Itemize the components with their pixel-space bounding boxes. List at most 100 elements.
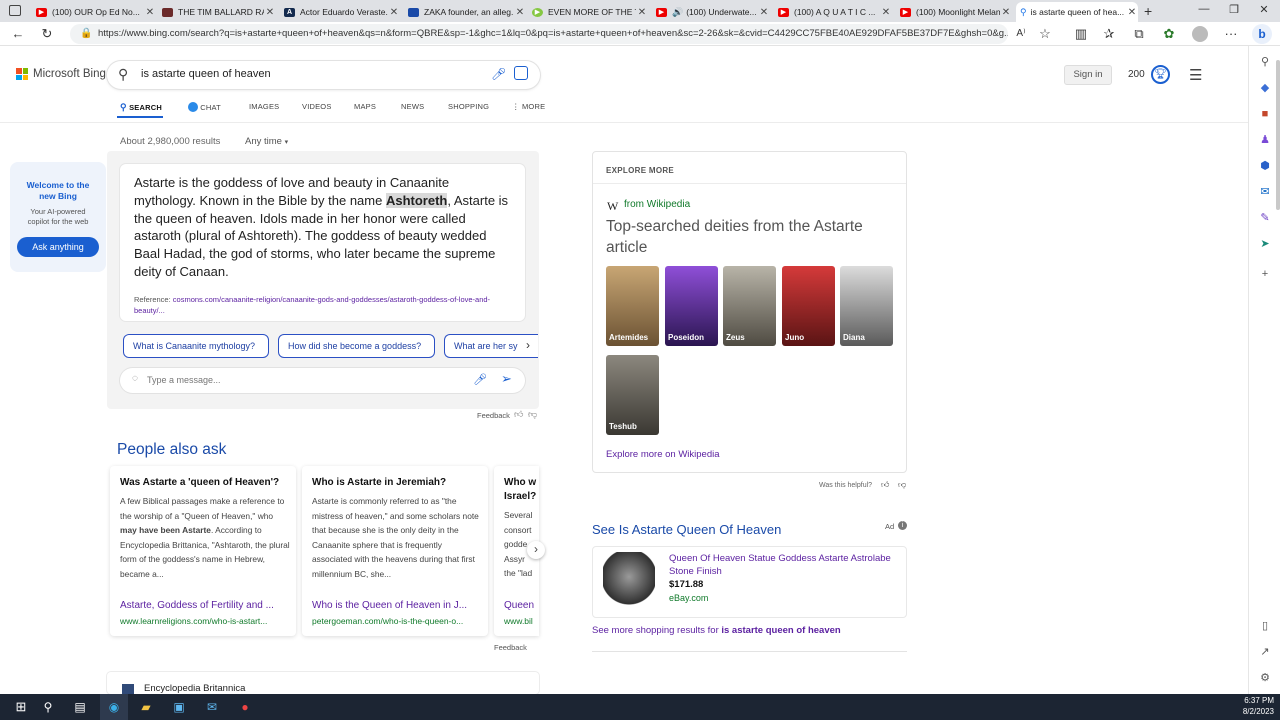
clock-time[interactable]: 6:37 PM xyxy=(1238,696,1274,705)
tab-maps[interactable]: MAPS xyxy=(354,102,376,111)
suggestion-chip[interactable]: What is Canaanite mythology? xyxy=(123,334,269,358)
tab-images[interactable]: IMAGES xyxy=(249,102,279,111)
thumbs-up-icon[interactable]: 👍︎ xyxy=(514,409,523,420)
search-box[interactable]: ⚲ is astarte queen of heaven 🎤︎ xyxy=(107,61,540,89)
sidebar-split-icon[interactable]: ▯ xyxy=(1257,618,1273,634)
scrollbar[interactable] xyxy=(1276,60,1280,210)
paa-card[interactable]: Was Astarte a 'queen of Heaven'? A few B… xyxy=(110,466,296,636)
task-view-icon[interactable]: ▤ xyxy=(71,698,89,716)
sidebar-m365-icon[interactable]: ⬢ xyxy=(1257,158,1273,174)
sidebar-search-icon[interactable]: ⚲ xyxy=(1257,54,1273,70)
paa-link[interactable]: Queen xyxy=(504,600,538,611)
extension-icon[interactable]: ✿ xyxy=(1160,25,1178,43)
close-tab-icon[interactable]: ✕ xyxy=(880,7,892,18)
more-menu-icon[interactable]: ··· xyxy=(1222,25,1240,43)
sidebar-games-icon[interactable]: ♟ xyxy=(1257,132,1273,148)
paa-link[interactable]: Astarte, Goddess of Fertility and ... xyxy=(120,600,290,611)
recorder-icon[interactable]: ● xyxy=(236,698,254,716)
tab-search[interactable]: ⚲ SEARCH xyxy=(120,102,162,113)
deity-card[interactable]: Zeus xyxy=(723,266,776,346)
feedback-link[interactable]: Feedback xyxy=(494,643,527,652)
windows-start-icon[interactable]: ⊞ xyxy=(12,698,30,716)
paa-next-icon[interactable]: › xyxy=(527,541,545,559)
search-input[interactable]: is astarte queen of heaven xyxy=(141,68,271,80)
sidebar-external-icon[interactable]: ↗ xyxy=(1257,644,1273,660)
thumbs-down-icon[interactable]: 👎︎ xyxy=(898,480,906,490)
browser-tab[interactable]: ▶ EVEN MORE OF THE T...✕ xyxy=(528,2,648,22)
sidebar-add-icon[interactable]: + xyxy=(1257,266,1273,282)
paa-link[interactable]: Who is the Queen of Heaven in J... xyxy=(312,600,482,611)
next-result-card[interactable]: Encyclopedia Britannica xyxy=(107,672,539,694)
sidebar-settings-icon[interactable]: ⚙ xyxy=(1257,670,1273,686)
tab-shopping[interactable]: SHOPPING xyxy=(448,102,489,111)
browser-tab[interactable]: THE TIM BALLARD RA...✕ xyxy=(158,2,276,22)
deity-card[interactable]: Poseidon xyxy=(665,266,718,346)
close-window-icon[interactable]: ✕ xyxy=(1254,3,1274,16)
microphone-icon[interactable]: 🎤︎ xyxy=(473,373,487,386)
reference-link[interactable]: cosmons.com/canaanite-religion/canaanite… xyxy=(134,295,490,315)
rewards-trophy-icon[interactable]: 🏆︎ xyxy=(1151,65,1170,84)
deity-card[interactable]: Diana xyxy=(840,266,893,346)
thumbs-up-icon[interactable]: 👍︎ xyxy=(881,480,889,490)
time-filter-dropdown[interactable]: Any time ▾ xyxy=(245,136,288,147)
tab-actions-icon[interactable] xyxy=(9,5,21,16)
restore-icon[interactable]: ❐ xyxy=(1224,3,1244,16)
sidebar-drop-icon[interactable]: ➤ xyxy=(1257,236,1273,252)
browser-tab[interactable]: ZAKA founder, an alleg... ✕ xyxy=(404,2,526,22)
new-tab-icon[interactable]: + xyxy=(1144,3,1152,19)
rewards-points[interactable]: 200 xyxy=(1128,69,1145,80)
close-tab-icon[interactable]: ✕ xyxy=(1000,7,1012,18)
copilot-icon[interactable]: b xyxy=(1252,24,1272,44)
close-tab-icon[interactable]: ✕ xyxy=(144,7,156,18)
close-tab-icon[interactable]: ✕ xyxy=(636,7,648,18)
suggestion-chip[interactable]: How did she become a goddess? xyxy=(278,334,435,358)
favorite-star-icon[interactable]: ☆ xyxy=(1036,25,1054,43)
browser-tab[interactable]: ▶ (100) A Q U A T I C ... ✕ xyxy=(774,2,892,22)
close-tab-icon[interactable]: ✕ xyxy=(514,7,526,18)
close-tab-icon[interactable]: ✕ xyxy=(388,7,400,18)
thumbs-down-icon[interactable]: 👎︎ xyxy=(528,409,537,420)
more-shopping-link[interactable]: See more shopping results for is astarte… xyxy=(592,625,841,636)
close-tab-icon[interactable]: ✕ xyxy=(758,7,770,18)
refresh-icon[interactable]: ↻ xyxy=(38,25,56,43)
favorites-icon[interactable]: ✰ xyxy=(1100,25,1118,43)
split-screen-icon[interactable]: ▥ xyxy=(1072,25,1090,43)
deity-card[interactable]: Artemides xyxy=(606,266,659,346)
product-title[interactable]: Queen Of Heaven Statue Goddess Astarte A… xyxy=(669,552,899,578)
browser-tab[interactable]: ▶ (100) OUR Op Ed No... ✕ xyxy=(32,2,156,22)
read-aloud-icon[interactable]: A⁾ xyxy=(1012,25,1030,43)
file-explorer-icon[interactable]: ▰ xyxy=(137,698,155,716)
tab-more[interactable]: ⋮ MORE xyxy=(512,102,545,111)
profile-avatar[interactable] xyxy=(1192,26,1208,42)
tab-videos[interactable]: VIDEOS xyxy=(302,102,332,111)
minimize-icon[interactable]: — xyxy=(1194,3,1214,15)
bing-logo[interactable]: Microsoft Bing xyxy=(16,68,106,80)
feedback-link[interactable]: Feedback xyxy=(477,411,510,420)
info-icon[interactable]: i xyxy=(898,521,907,530)
deity-card[interactable]: Juno xyxy=(782,266,835,346)
message-input[interactable]: ◌ Type a message... 🎤︎ ➢ xyxy=(120,368,525,393)
ad-heading[interactable]: See Is Astarte Queen Of Heaven xyxy=(592,522,781,537)
deity-card[interactable]: Teshub xyxy=(606,355,659,435)
sidebar-outlook-icon[interactable]: ✉ xyxy=(1257,184,1273,200)
address-bar[interactable]: 🔒 https://www.bing.com/search?q=is+astar… xyxy=(70,24,1008,44)
back-icon[interactable]: ← xyxy=(9,25,27,43)
browser-tab[interactable]: ▶ 🔊 (100) Underwate... ✕ xyxy=(652,2,770,22)
visual-search-icon[interactable] xyxy=(514,66,528,80)
browser-tab-active[interactable]: ⚲ is astarte queen of hea... ✕ xyxy=(1016,2,1138,22)
sign-in-button[interactable]: Sign in xyxy=(1064,65,1112,85)
explore-more-link[interactable]: Explore more on Wikipedia xyxy=(606,449,720,460)
store-icon[interactable]: ▣ xyxy=(170,698,188,716)
hamburger-menu-icon[interactable]: ☰ xyxy=(1189,66,1202,84)
sidebar-tag-icon[interactable]: ◆ xyxy=(1257,80,1273,96)
microphone-icon[interactable]: 🎤︎ xyxy=(491,67,506,81)
browser-tab[interactable]: A Actor Eduardo Veraste... ✕ xyxy=(280,2,400,22)
close-tab-icon[interactable]: ✕ xyxy=(1126,7,1138,18)
paa-card[interactable]: Who is Astarte in Jeremiah? Astarte is c… xyxy=(302,466,488,636)
edge-browser-icon[interactable]: ◉ xyxy=(105,698,123,716)
clock-date[interactable]: 8/2/2023 xyxy=(1232,707,1274,716)
source-label[interactable]: from Wikipedia xyxy=(624,199,690,210)
close-tab-icon[interactable]: ✕ xyxy=(264,7,276,18)
tab-chat[interactable]: CHAT xyxy=(188,102,221,112)
ad-card[interactable]: Queen Of Heaven Statue Goddess Astarte A… xyxy=(592,546,907,618)
